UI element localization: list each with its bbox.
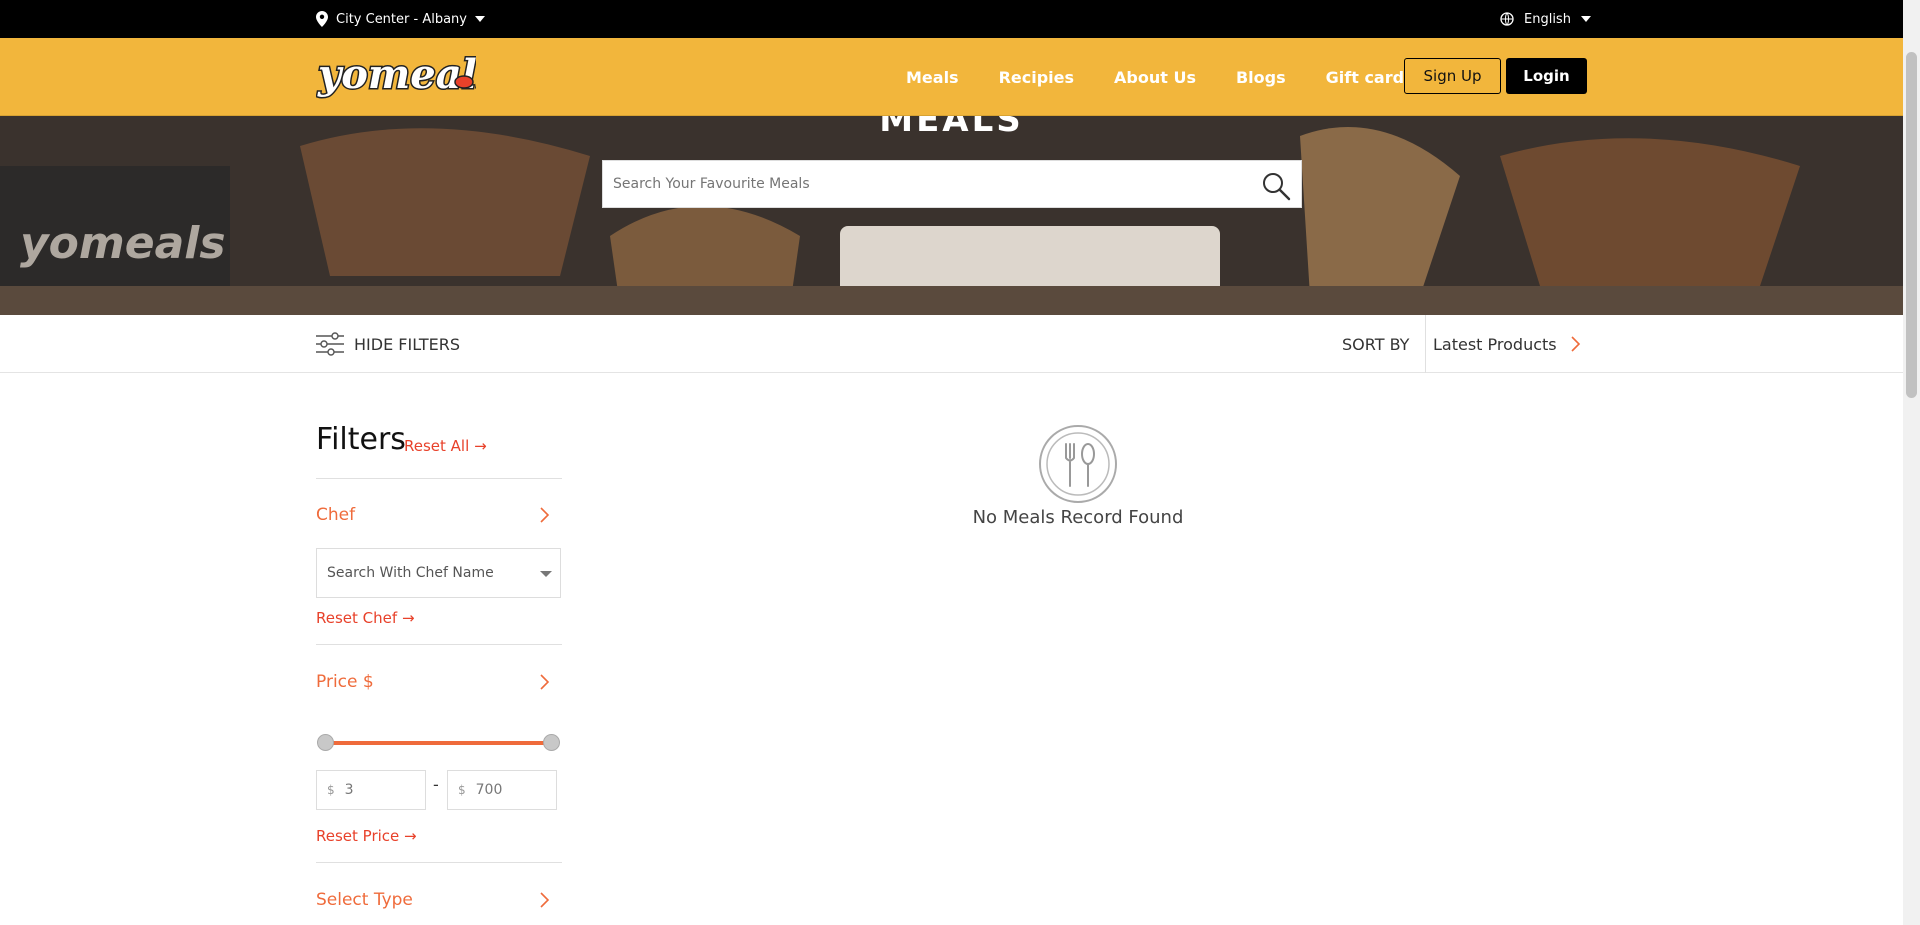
price-range-dash: - [433, 775, 439, 794]
logo-text: yomeals [317, 51, 476, 98]
filters-heading: Filters [316, 422, 406, 457]
divider [316, 862, 562, 863]
login-button[interactable]: Login [1506, 58, 1587, 94]
language-selector[interactable]: English [1500, 0, 1591, 38]
reset-chef-label: Reset Chef [316, 609, 398, 627]
price-min-field[interactable]: $ 3 [316, 770, 426, 810]
filter-sort-bar: HIDE FILTERS SORT BY Latest Products [0, 315, 1903, 373]
sign-up-button[interactable]: Sign Up [1404, 58, 1501, 94]
globe-icon [1500, 12, 1514, 26]
language-label: English [1524, 11, 1571, 27]
arrow-right-icon: → [401, 609, 415, 627]
hero-watermark-logo: yomeals [20, 218, 226, 269]
hero-title: MEALS [879, 116, 1024, 140]
price-min-handle[interactable] [317, 734, 334, 751]
empty-state-message: No Meals Record Found [972, 507, 1184, 528]
chevron-down-icon [1580, 16, 1591, 22]
search-icon[interactable] [1261, 171, 1291, 201]
chef-name-select[interactable]: Search With Chef Name [316, 548, 561, 598]
food-banner-image [0, 116, 1903, 315]
chevron-right-icon [1571, 336, 1580, 352]
chevron-right-icon[interactable] [540, 892, 550, 908]
hero-banner: MEALS yomeals [0, 116, 1903, 315]
reset-all-link[interactable]: Reset All → [404, 437, 487, 455]
nav-gift-card[interactable]: Gift card [1326, 68, 1404, 87]
nav-recipies[interactable]: Recipies [999, 68, 1074, 87]
hide-filters-label: HIDE FILTERS [354, 334, 461, 354]
divider [316, 478, 562, 479]
sort-by-label: SORT BY [1342, 334, 1410, 354]
reset-price-link[interactable]: Reset Price → [316, 827, 417, 845]
cutlery-plate-icon [1039, 425, 1117, 503]
currency-symbol: $ [458, 783, 466, 797]
nav-meals[interactable]: Meals [906, 68, 959, 87]
price-max-value: 700 [475, 782, 503, 798]
price-max-handle[interactable] [543, 734, 560, 751]
sort-divider [1425, 315, 1426, 373]
filter-sliders-icon [316, 332, 344, 356]
location-selector[interactable]: City Center - Albany [316, 0, 485, 38]
sort-dropdown[interactable]: Latest Products [1433, 315, 1581, 373]
chevron-right-icon[interactable] [540, 674, 550, 690]
reset-all-label: Reset All [404, 437, 470, 455]
reset-chef-link[interactable]: Reset Chef → [316, 609, 415, 627]
price-min-value: 3 [344, 782, 354, 798]
currency-symbol: $ [327, 783, 335, 797]
sort-value: Latest Products [1433, 334, 1557, 354]
price-max-field[interactable]: $ 700 [447, 770, 557, 810]
select-type-section-title[interactable]: Select Type [316, 890, 413, 910]
arrow-right-icon: → [404, 827, 417, 845]
meal-search-input[interactable] [603, 161, 1243, 207]
main-nav: Meals Recipies About Us Blogs Gift card [906, 38, 1444, 116]
top-utility-bar: City Center - Albany English [0, 0, 1903, 38]
arrow-right-icon: → [474, 437, 487, 455]
location-label: City Center - Albany [336, 11, 467, 27]
chevron-down-icon [540, 571, 552, 577]
chevron-down-icon [474, 16, 485, 22]
nav-blogs[interactable]: Blogs [1236, 68, 1286, 87]
divider [316, 644, 562, 645]
price-section-title[interactable]: Price $ [316, 672, 374, 692]
chef-select-placeholder: Search With Chef Name [327, 565, 494, 581]
hide-filters-toggle[interactable]: HIDE FILTERS [316, 315, 460, 373]
location-pin-icon [316, 11, 328, 27]
main-header: yomeals Meals Recipies About Us Blogs Gi… [0, 38, 1903, 116]
reset-price-label: Reset Price [316, 827, 400, 845]
yomeals-logo[interactable]: yomeals [316, 44, 476, 108]
scrollbar-thumb[interactable] [1906, 52, 1917, 398]
nav-about-us[interactable]: About Us [1114, 68, 1196, 87]
price-range-track [325, 741, 552, 745]
meal-search-bar [602, 160, 1302, 208]
